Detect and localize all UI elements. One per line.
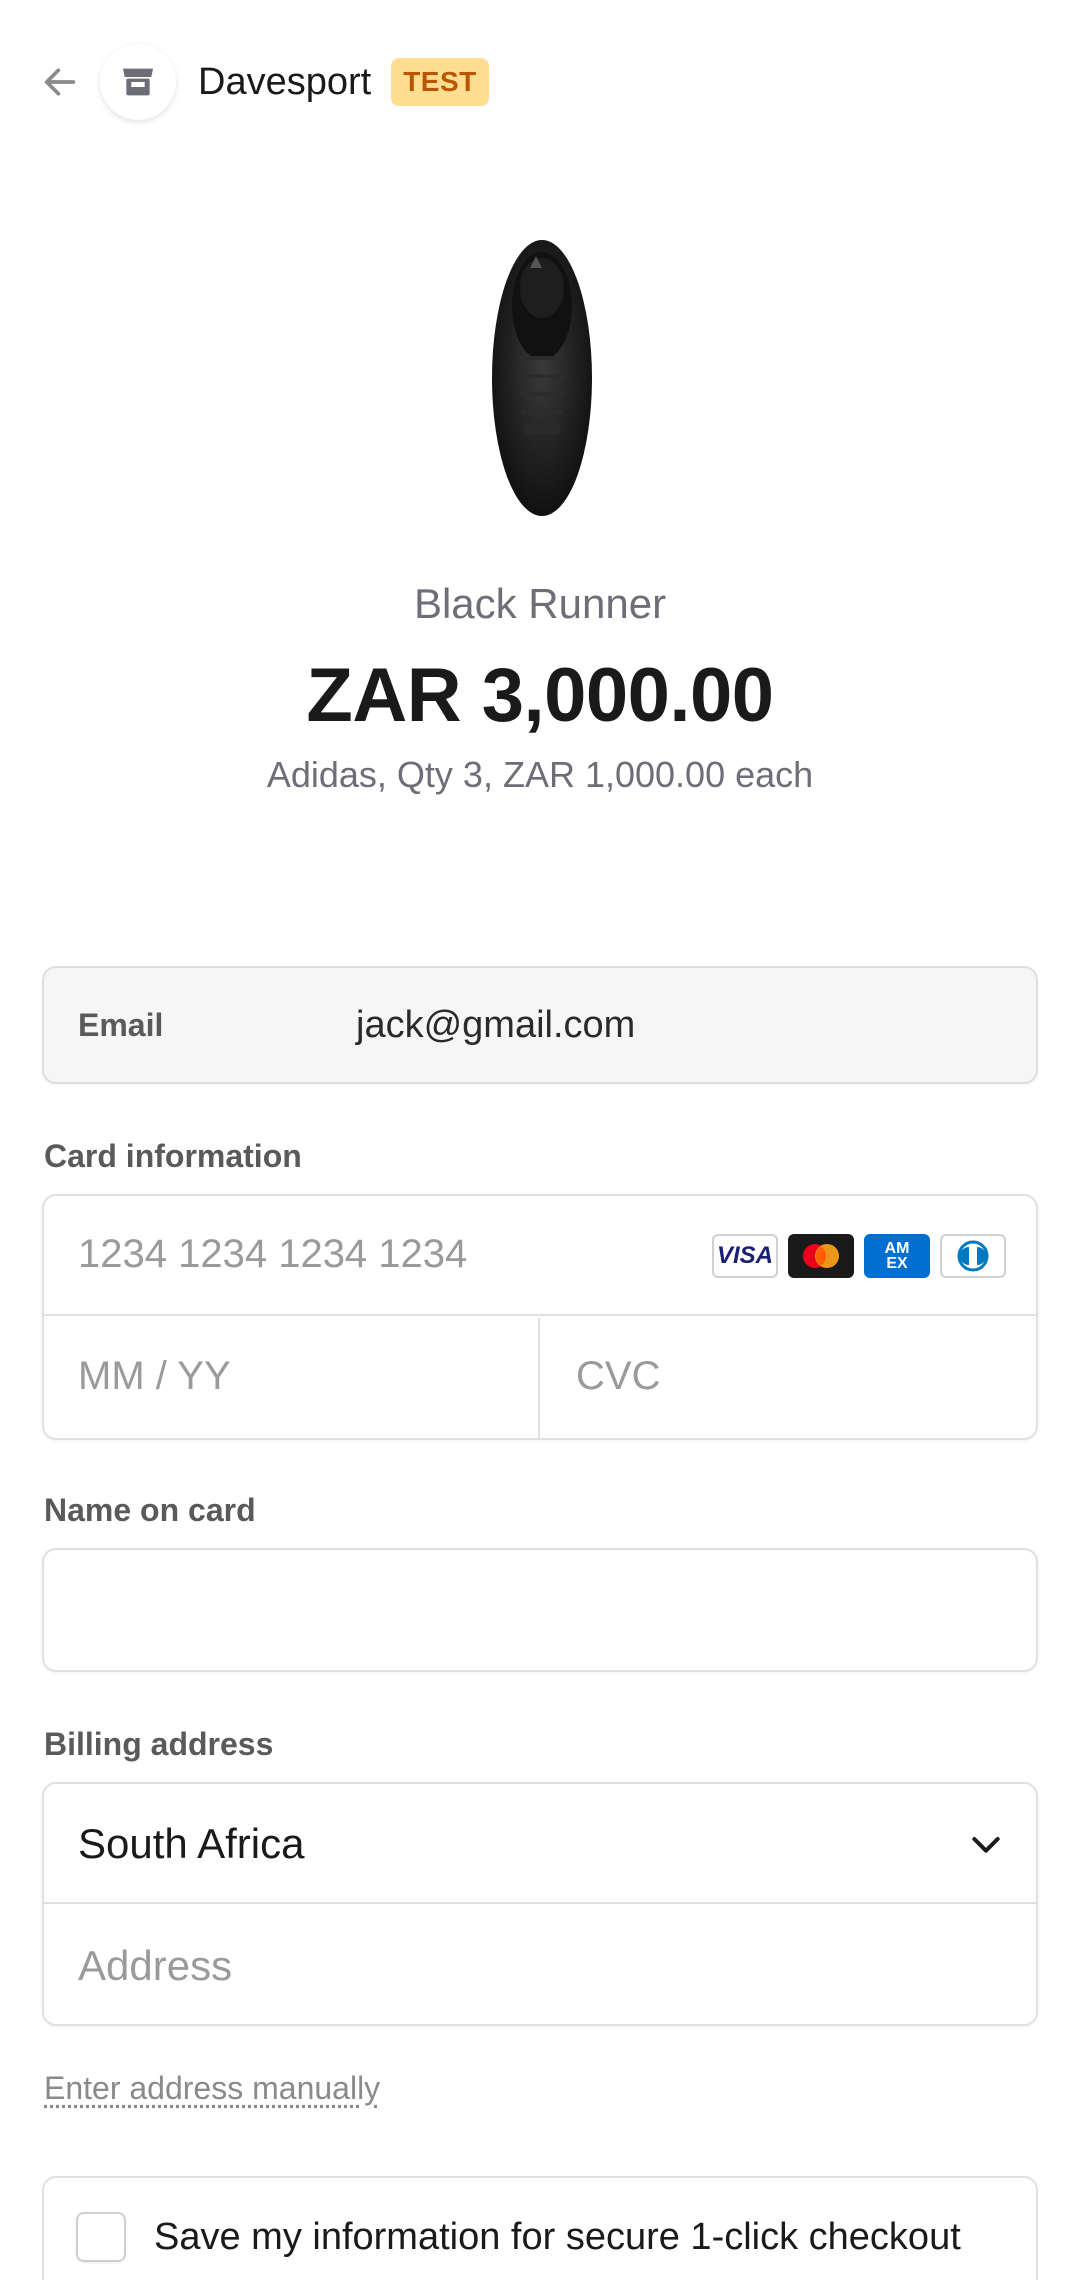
product-description: Adidas, Qty 3, ZAR 1,000.00 each [266, 754, 814, 795]
store-name: Davesport [198, 60, 372, 103]
checkout-page: Davesport TEST Black Runner ZAR 3,000.00… [0, 0, 1080, 2280]
product-image [480, 228, 600, 518]
card-information-group: 1234 1234 1234 1234 VISA AM EX MM / YY C… [42, 1194, 1038, 1440]
save-info-label[interactable]: Save my information for secure 1-click c… [154, 2216, 961, 2259]
product-name: Black Runner [413, 580, 667, 627]
billing-address-label: Billing address [44, 1726, 274, 1762]
chevron-down-icon [972, 1837, 1000, 1853]
save-info-box: Save my information for secure 1-click c… [42, 2176, 1038, 2280]
back-button[interactable] [36, 58, 84, 106]
name-on-card-label: Name on card [44, 1492, 256, 1528]
name-on-card-input[interactable] [42, 1548, 1038, 1672]
email-value: jack@gmail.com [356, 1003, 636, 1046]
address-input[interactable]: Address [44, 1906, 1036, 2024]
email-field[interactable]: Email jack@gmail.com [42, 966, 1038, 1084]
card-brands: VISA AM EX [712, 1234, 1006, 1278]
card-information-label: Card information [44, 1138, 302, 1174]
country-select[interactable]: South Africa [44, 1784, 1036, 1904]
product-price: ZAR 3,000.00 [306, 653, 774, 738]
arrow-left-icon [44, 68, 76, 96]
email-label: Email [78, 1006, 164, 1043]
visa-text: VISA [716, 1242, 773, 1269]
country-value: South Africa [78, 1820, 305, 1867]
test-mode-badge: TEST [391, 58, 489, 106]
expiry-input[interactable]: MM / YY [44, 1318, 540, 1438]
save-info-checkbox[interactable] [76, 2212, 126, 2262]
expiry-placeholder: MM / YY [78, 1354, 231, 1398]
billing-address-group: South Africa Address [42, 1782, 1038, 2026]
diners-icon [940, 1234, 1006, 1278]
cvc-placeholder: CVC [576, 1354, 661, 1398]
amex-text: AM EX [884, 1240, 910, 1272]
mastercard-icon [788, 1234, 854, 1278]
header: Davesport TEST [36, 40, 489, 124]
card-number-input[interactable]: 1234 1234 1234 1234 VISA AM EX [44, 1196, 1036, 1316]
card-number-placeholder: 1234 1234 1234 1234 [78, 1232, 468, 1276]
visa-icon: VISA [712, 1234, 778, 1278]
shoe-icon [492, 240, 592, 516]
address-placeholder: Address [78, 1942, 233, 1989]
enter-address-manually-link[interactable]: Enter address manually [44, 2070, 380, 2107]
amex-icon: AM EX [864, 1234, 930, 1278]
store-avatar [100, 44, 176, 120]
cvc-input[interactable]: CVC [542, 1318, 1036, 1438]
store-icon [123, 68, 153, 96]
